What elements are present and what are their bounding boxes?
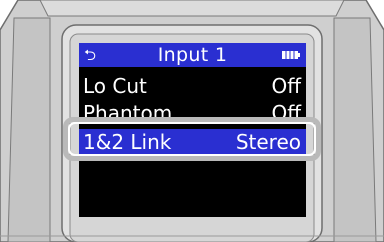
highlight-callout-inner (68, 122, 316, 156)
battery-icon (282, 51, 300, 59)
menu-item-value: Off (271, 74, 301, 98)
recorder-device: ⮌ Input 1 Lo Cut Off Phantom Off 1&2 Lin… (0, 0, 384, 242)
page-title: Input 1 (157, 44, 228, 66)
title-bar: ⮌ Input 1 (79, 43, 306, 67)
menu-item-lo-cut[interactable]: Lo Cut Off (79, 73, 306, 100)
menu-item-label: Lo Cut (83, 74, 147, 98)
